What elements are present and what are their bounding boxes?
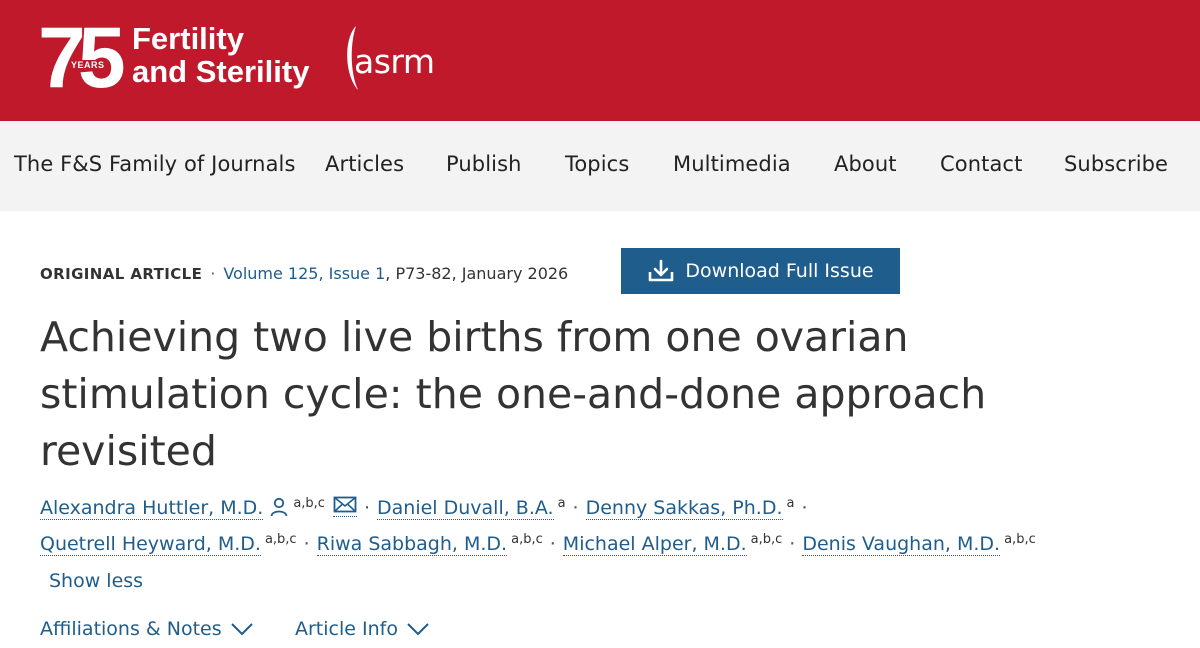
author-link[interactable]: Denis Vaughan, M.D. (802, 533, 1001, 556)
volume-issue-link[interactable]: Volume 125, Issue 1 (223, 264, 385, 283)
nav-articles[interactable]: Articles (325, 152, 404, 176)
download-button-label: Download Full Issue (685, 260, 874, 282)
author-list-row-1: Alexandra Huttler, M.D. a,b,c · Daniel Duva… (40, 496, 815, 520)
author-affiliations: a (786, 496, 795, 511)
chevron-down-icon (407, 623, 429, 636)
author-link[interactable]: Michael Alper, M.D. (562, 533, 747, 556)
author-separator: · (789, 533, 796, 555)
author-affiliations: a,b,c (293, 496, 325, 511)
article-info-label: Article Info (295, 618, 398, 640)
author-separator: · (363, 497, 370, 519)
envelope-icon[interactable] (332, 496, 357, 517)
author-separator: · (801, 497, 808, 519)
author-affiliations: a,b,c (264, 532, 297, 547)
nav-publish[interactable]: Publish (446, 152, 522, 176)
affiliations-notes-label: Affiliations & Notes (40, 618, 222, 640)
author-link[interactable]: Daniel Duvall, B.A. (377, 497, 554, 520)
show-less-authors-button[interactable]: Show less (49, 570, 143, 592)
download-icon (649, 259, 674, 282)
asrm-logo[interactable]: asrm (354, 42, 435, 81)
article-meta: ORIGINAL ARTICLE · Volume 125, Issue 1, P7… (40, 264, 568, 283)
site-header: 75 YEARS Fertility and Sterility asrm (0, 0, 1200, 121)
meta-separator: · (210, 264, 216, 283)
nav-multimedia[interactable]: Multimedia (673, 152, 791, 176)
affiliations-notes-toggle[interactable]: Affiliations & Notes (40, 618, 254, 640)
nav-about[interactable]: About (834, 152, 897, 176)
article-title: Achieving two live births from one ovari… (40, 313, 987, 475)
download-full-issue-button[interactable]: Download Full Issue (621, 248, 900, 294)
journal-logo-line1: Fertility (132, 21, 244, 56)
nav-topics[interactable]: Topics (565, 152, 629, 176)
pages-date: , P73-82, January 2026 (385, 264, 569, 283)
author-affiliations: a,b,c (750, 532, 783, 547)
person-icon[interactable] (269, 497, 289, 517)
author-separator: · (303, 533, 310, 555)
article-type: ORIGINAL ARTICLE (40, 265, 203, 283)
article-info-toggle[interactable]: Article Info (295, 618, 430, 640)
author-list-row-2: Quetrell Heyward, M.D. a,b,c · Riwa Sabbagh… (40, 532, 1036, 556)
nav-subscribe[interactable]: Subscribe (1064, 152, 1168, 176)
author-separator: · (572, 497, 579, 519)
journal-logo-line2: and Sterility (132, 54, 310, 89)
author-affiliations: a,b,c (511, 532, 543, 547)
nav-family-of-journals[interactable]: The F&S Family of Journals (14, 152, 296, 176)
author-link[interactable]: Denny Sakkas, Ph.D. (585, 497, 783, 520)
author-link[interactable]: Alexandra Huttler, M.D. (40, 497, 264, 520)
journal-logo[interactable]: Fertility and Sterility (132, 22, 309, 88)
author-link[interactable]: Quetrell Heyward, M.D. (40, 533, 261, 556)
author-link[interactable]: Riwa Sabbagh, M.D. (316, 533, 508, 556)
anniversary-logo[interactable]: 75 (38, 15, 126, 101)
chevron-down-icon (230, 623, 253, 636)
main-nav: The F&S Family of Journals Articles Publ… (0, 121, 1200, 211)
author-affiliations: a (557, 496, 566, 511)
anniversary-years-label: YEARS (70, 60, 106, 70)
author-affiliations: a,b,c (1004, 532, 1036, 547)
nav-contact[interactable]: Contact (940, 152, 1022, 176)
author-separator: · (549, 533, 556, 555)
